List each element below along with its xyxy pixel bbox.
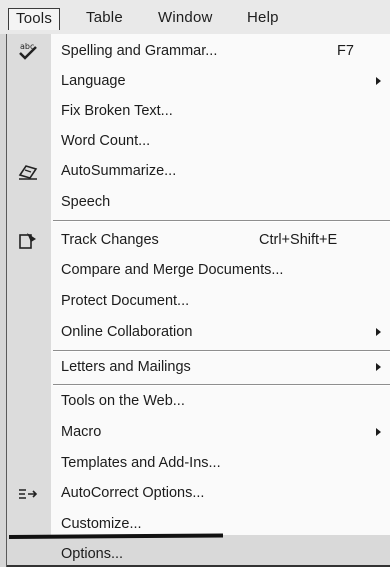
menu-item-label: Customize... bbox=[61, 516, 142, 532]
submenu-arrow-icon bbox=[376, 363, 381, 371]
spelling-abc-check-icon: abc bbox=[17, 40, 39, 62]
menu-item-speech[interactable]: Speech bbox=[7, 187, 390, 217]
autocorrect-icon bbox=[17, 482, 39, 504]
menu-item-tools-on-web[interactable]: Tools on the Web... bbox=[7, 386, 390, 416]
menu-item-compare-merge[interactable]: Compare and Merge Documents... bbox=[7, 255, 390, 285]
menubar-window[interactable]: Window bbox=[158, 9, 213, 27]
menu-item-letters-mailings[interactable]: Letters and Mailings bbox=[7, 352, 390, 382]
submenu-arrow-icon bbox=[376, 428, 381, 436]
menu-item-label: Track Changes bbox=[61, 232, 159, 248]
submenu-arrow-icon bbox=[376, 328, 381, 336]
menu-item-label: Fix Broken Text... bbox=[61, 103, 173, 119]
menu-item-label: Spelling and Grammar... bbox=[61, 43, 218, 59]
menu-item-protect-document[interactable]: Protect Document... bbox=[7, 286, 390, 316]
menu-item-label: Online Collaboration bbox=[61, 324, 193, 340]
menu-item-macro[interactable]: Macro bbox=[7, 417, 390, 447]
menu-item-label: Tools on the Web... bbox=[61, 393, 185, 409]
tools-dropdown-menu: abc Spelling and Grammar... F7 Language … bbox=[6, 34, 390, 567]
menu-item-online-collaboration[interactable]: Online Collaboration bbox=[7, 317, 390, 347]
menu-item-label: Protect Document... bbox=[61, 293, 190, 309]
menu-item-label: Letters and Mailings bbox=[61, 359, 191, 375]
menu-item-spelling-grammar[interactable]: abc Spelling and Grammar... F7 bbox=[7, 36, 390, 66]
submenu-arrow-icon bbox=[376, 77, 381, 85]
menu-item-label: Options... bbox=[61, 546, 124, 562]
menu-item-label: Speech bbox=[61, 194, 111, 210]
menu-item-fix-broken-text[interactable]: Fix Broken Text... bbox=[7, 96, 390, 126]
menu-item-word-count[interactable]: Word Count... bbox=[7, 126, 390, 156]
menu-item-track-changes[interactable]: Track Changes Ctrl+Shift+E bbox=[7, 225, 390, 255]
menu-item-autocorrect-options[interactable]: AutoCorrect Options... bbox=[7, 478, 390, 508]
menu-item-options[interactable]: Options... bbox=[7, 539, 390, 567]
menu-item-label: AutoSummarize... bbox=[61, 163, 177, 179]
menubar-table[interactable]: Table bbox=[86, 9, 123, 27]
menu-bar: Tools Table Window Help bbox=[0, 0, 390, 35]
menubar-tools[interactable]: Tools bbox=[8, 8, 61, 30]
menu-item-label: Language bbox=[61, 73, 126, 89]
menu-item-templates-addins[interactable]: Templates and Add-Ins... bbox=[7, 448, 390, 478]
menu-item-shortcut: Ctrl+Shift+E bbox=[259, 232, 338, 248]
menu-separator bbox=[53, 220, 390, 222]
menu-item-label: AutoCorrect Options... bbox=[61, 485, 205, 501]
menu-item-label: Word Count... bbox=[61, 133, 151, 149]
autosummarize-icon bbox=[17, 160, 39, 182]
menu-item-shortcut: F7 bbox=[337, 43, 354, 59]
menu-item-label: Compare and Merge Documents... bbox=[61, 262, 284, 278]
menu-item-label: Templates and Add-Ins... bbox=[61, 455, 221, 471]
menu-item-label: Macro bbox=[61, 424, 102, 440]
screenshot: Tools Table Window Help abc Spelling and… bbox=[0, 0, 390, 567]
track-changes-icon bbox=[17, 229, 39, 251]
menubar-help[interactable]: Help bbox=[247, 9, 279, 27]
menu-item-language[interactable]: Language bbox=[7, 66, 390, 96]
menu-item-autosummarize[interactable]: AutoSummarize... bbox=[7, 156, 390, 186]
